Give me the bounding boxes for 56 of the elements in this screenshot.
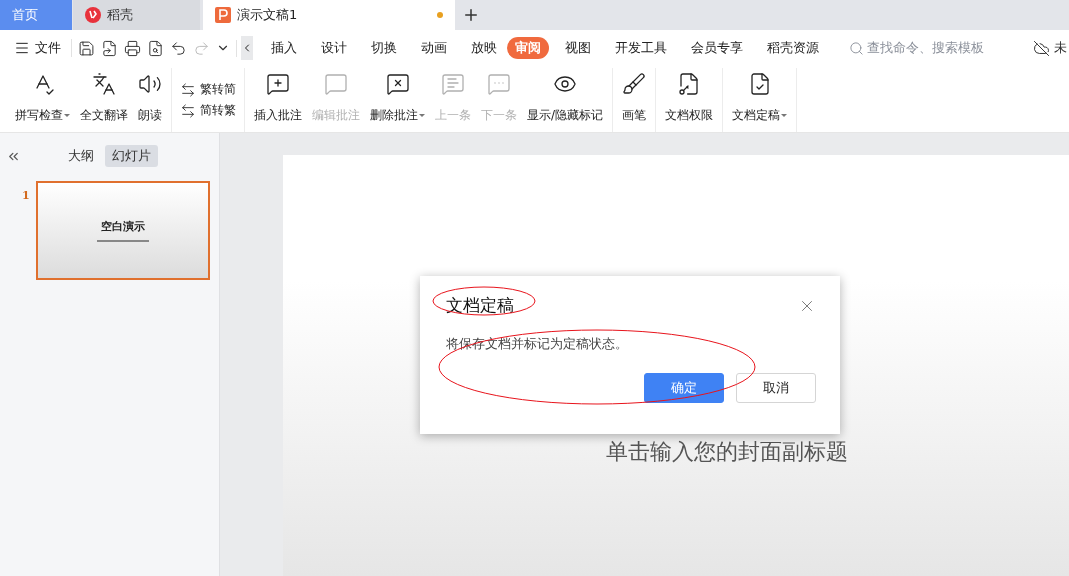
ribbon-tab[interactable]: 稻壳资源	[759, 37, 827, 59]
ribbon-button[interactable]: 插入批注	[249, 68, 307, 132]
comment-dots-icon	[487, 72, 511, 96]
ribbon-button[interactable]: 文档定稿	[727, 68, 793, 132]
save-icon[interactable]	[78, 39, 95, 57]
undo-icon[interactable]	[170, 39, 187, 57]
translate-icon	[92, 72, 116, 96]
ribbon-tab[interactable]: 视图	[557, 37, 599, 59]
ribbon-tab[interactable]: 插入	[263, 37, 305, 59]
search-icon	[849, 40, 864, 56]
document-tab[interactable]: 演示文稿1	[203, 0, 455, 30]
slide-subtitle[interactable]: 单击输入您的封面副标题	[606, 437, 848, 467]
menu-icon	[14, 40, 30, 56]
ribbon-button[interactable]: 全文翻译	[75, 68, 133, 132]
ribbon-button[interactable]: 删除批注	[365, 68, 430, 132]
ribbon-tab[interactable]: 开发工具	[607, 37, 675, 59]
brush-icon	[622, 72, 647, 96]
ribbon-tab[interactable]: 设计	[313, 37, 355, 59]
dialog-title: 文档定稿	[446, 294, 514, 317]
ribbon-button[interactable]: 拼写检查	[10, 68, 75, 132]
export-icon[interactable]	[101, 39, 118, 57]
presentation-file-icon	[215, 7, 231, 23]
comment-delete-icon	[385, 72, 410, 96]
thumbnail-title: 空白演示	[100, 219, 145, 234]
panel-tab[interactable]: 幻灯片	[105, 145, 158, 167]
preview-icon[interactable]	[147, 39, 164, 57]
dialog-button[interactable]: 取消	[736, 373, 816, 403]
file-menu-button[interactable]: 文件	[14, 39, 72, 57]
slide-thumbnail[interactable]: 空白演示	[35, 181, 210, 280]
print-icon[interactable]	[124, 39, 141, 57]
ribbon-tab[interactable]: 放映	[463, 37, 505, 59]
docer-logo-icon	[85, 7, 101, 23]
cloud-status-button[interactable]: 未	[1033, 39, 1067, 57]
comment-icon	[324, 72, 348, 96]
ribbon-tab[interactable]: 动画	[413, 37, 455, 59]
document-tab[interactable]: 稻壳	[73, 0, 200, 30]
ribbon-button[interactable]: 文档权限	[660, 68, 719, 132]
cloud-icon	[1033, 39, 1050, 57]
scroll-left-button[interactable]	[241, 36, 253, 60]
ribbon-button[interactable]: 画笔	[617, 68, 652, 132]
panel-tab[interactable]: 大纲	[61, 145, 101, 167]
speaker-icon	[138, 72, 162, 96]
plus-icon	[462, 6, 480, 24]
comment-plus-icon	[266, 72, 290, 96]
ribbon-tab[interactable]: 会员专享	[683, 37, 751, 59]
comment-text-icon	[441, 72, 465, 96]
convert-icon	[180, 81, 196, 98]
slide-number: 1	[22, 189, 30, 204]
ribbon-button[interactable]: 朗读	[133, 68, 167, 132]
dialog-button[interactable]: 确定	[644, 373, 724, 403]
ribbon-button[interactable]: 显示/隐藏标记	[522, 68, 609, 132]
ribbon-button[interactable]: 简转繁	[180, 102, 236, 119]
convert-icon	[180, 102, 196, 119]
ribbon-tab[interactable]: 切换	[363, 37, 405, 59]
subtitle-line	[96, 240, 149, 242]
ribbon-button[interactable]: 繁转简	[180, 81, 236, 98]
